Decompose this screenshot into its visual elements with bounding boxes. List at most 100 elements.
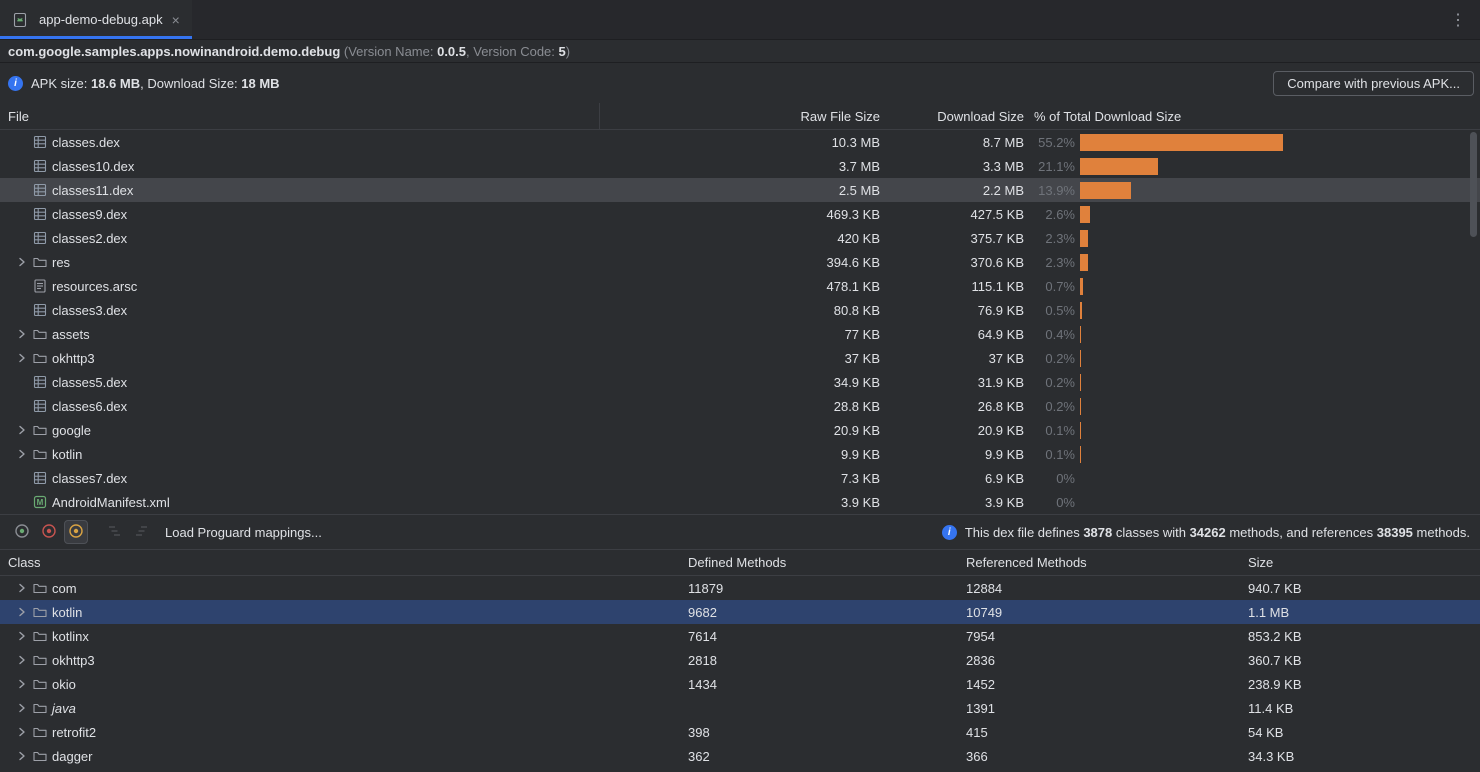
file-table-row[interactable]: classes9.dex469.3 KB427.5 KB2.6% [0, 202, 1480, 226]
download-size-cell: 115.1 KB [880, 279, 1024, 294]
load-proguard-mappings-button[interactable]: Load Proguard mappings... [165, 525, 322, 540]
raw-file-size-cell: 10.3 MB [600, 135, 880, 150]
chevron-right-icon[interactable] [12, 676, 32, 692]
size-cell: 238.9 KB [1240, 677, 1480, 692]
raw-file-size-cell: 28.8 KB [600, 399, 880, 414]
file-table-row[interactable]: classes7.dex7.3 KB6.9 KB0% [0, 466, 1480, 490]
size-cell: 853.2 KB [1240, 629, 1480, 644]
file-table-row[interactable]: classes10.dex3.7 MB3.3 MB21.1% [0, 154, 1480, 178]
file-name-cell: res [0, 254, 600, 270]
column-header-size[interactable]: Size [1240, 555, 1480, 570]
file-table-row[interactable]: classes6.dex28.8 KB26.8 KB0.2% [0, 394, 1480, 418]
class-table-row[interactable]: kotlinx76147954853.2 KB [0, 624, 1480, 648]
column-header-percent[interactable]: % of Total Download Size [1024, 109, 1458, 124]
chevron-right-icon[interactable] [12, 254, 32, 270]
class-table-row[interactable]: okhttp328182836360.7 KB [0, 648, 1480, 672]
package-icon [32, 628, 48, 644]
referenced-methods-cell: 2836 [958, 653, 1240, 668]
chevron-right-icon[interactable] [12, 326, 32, 342]
tab-close-icon[interactable]: × [172, 13, 180, 27]
class-table-row[interactable]: retrofit239841554 KB [0, 720, 1480, 744]
file-table-row[interactable]: res394.6 KB370.6 KB2.3% [0, 250, 1480, 274]
column-header-file[interactable]: File [0, 103, 600, 129]
class-table-row[interactable]: kotlin9682107491.1 MB [0, 600, 1480, 624]
file-table-row[interactable]: google20.9 KB20.9 KB0.1% [0, 418, 1480, 442]
chevron-right-icon[interactable] [12, 446, 32, 462]
collapse-all-button[interactable] [130, 520, 154, 544]
chevron-right-icon[interactable] [12, 422, 32, 438]
download-size-cell: 31.9 KB [880, 375, 1024, 390]
file-name-cell: assets [0, 326, 600, 342]
chevron-right-icon[interactable] [12, 580, 32, 596]
chevron-right-icon[interactable] [12, 724, 32, 740]
column-header-raw-size[interactable]: Raw File Size [600, 109, 880, 124]
column-header-referenced-methods[interactable]: Referenced Methods [958, 555, 1240, 570]
info-icon: i [8, 76, 23, 91]
class-name-cell: dagger [0, 748, 680, 764]
chevron-right-icon[interactable] [12, 350, 32, 366]
dex-info-mid1: classes with [1112, 525, 1189, 540]
percent-bar-fill [1080, 158, 1158, 175]
file-table-row[interactable]: assets77 KB64.9 KB0.4% [0, 322, 1480, 346]
file-table-row[interactable]: resources.arsc478.1 KB115.1 KB0.7% [0, 274, 1480, 298]
tab-title: app-demo-debug.apk [39, 12, 163, 27]
class-table-row[interactable]: dagger36236634.3 KB [0, 744, 1480, 768]
dex-viewer-toolbar: Load Proguard mappings... i This dex fil… [0, 514, 1480, 550]
percent-cell: 0.2% [1024, 399, 1080, 414]
file-table-row[interactable]: MAndroidManifest.xml3.9 KB3.9 KB0% [0, 490, 1480, 514]
tab-apk-file[interactable]: app-demo-debug.apk × [0, 0, 192, 39]
toggle-removed-nodes-button[interactable] [37, 520, 61, 544]
chevron-right-icon[interactable] [12, 748, 32, 764]
percent-cell: 13.9% [1024, 183, 1080, 198]
percent-cell: 55.2% [1024, 135, 1080, 150]
vertical-scrollbar[interactable] [1470, 132, 1477, 237]
column-header-class[interactable]: Class [0, 555, 680, 570]
percent-bar [1080, 418, 1448, 442]
file-name-label: classes11.dex [52, 183, 133, 198]
defined-methods-cell: 398 [680, 725, 958, 740]
dex-icon [32, 182, 48, 198]
percent-bar-fill [1080, 374, 1081, 391]
class-table-body: com1187912884940.7 KBkotlin9682107491.1 … [0, 576, 1480, 772]
raw-file-size-cell: 9.9 KB [600, 447, 880, 462]
chevron-right-icon[interactable] [12, 604, 32, 620]
dex-classes-count: 3878 [1083, 525, 1112, 540]
chevron-right-icon[interactable] [12, 700, 32, 716]
file-table-row[interactable]: okhttp337 KB37 KB0.2% [0, 346, 1480, 370]
class-name-cell: okhttp3 [0, 652, 680, 668]
file-name-cell: classes5.dex [0, 374, 600, 390]
manifest-icon: M [32, 494, 48, 510]
percent-bar [1080, 370, 1448, 394]
file-table-row[interactable]: classes11.dex2.5 MB2.2 MB13.9% [0, 178, 1480, 202]
raw-file-size-cell: 3.7 MB [600, 159, 880, 174]
percent-bar [1080, 178, 1448, 202]
package-icon [32, 748, 48, 764]
download-size-cell: 9.9 KB [880, 447, 1024, 462]
file-name-cell: MAndroidManifest.xml [0, 494, 600, 510]
column-header-download-size[interactable]: Download Size [880, 109, 1024, 124]
compare-previous-apk-button[interactable]: Compare with previous APK... [1273, 71, 1474, 96]
file-table-row[interactable]: classes2.dex420 KB375.7 KB2.3% [0, 226, 1480, 250]
percent-cell: 0% [1024, 471, 1080, 486]
chevron-right-icon[interactable] [12, 652, 32, 668]
expand-all-button[interactable] [103, 520, 127, 544]
toggle-defined-nodes-button[interactable] [10, 520, 34, 544]
file-table-row[interactable]: kotlin9.9 KB9.9 KB0.1% [0, 442, 1480, 466]
folder-icon [32, 422, 48, 438]
toggle-referenced-nodes-button[interactable] [64, 520, 88, 544]
class-table-row[interactable]: java139111.4 KB [0, 696, 1480, 720]
column-header-defined-methods[interactable]: Defined Methods [680, 555, 958, 570]
class-name-label: kotlinx [52, 629, 89, 644]
file-table-row[interactable]: classes3.dex80.8 KB76.9 KB0.5% [0, 298, 1480, 322]
chevron-right-icon[interactable] [12, 628, 32, 644]
file-name-label: res [52, 255, 70, 270]
file-table-row[interactable]: classes.dex10.3 MB8.7 MB55.2% [0, 130, 1480, 154]
referenced-methods-cell: 1391 [958, 701, 1240, 716]
package-icon [32, 676, 48, 692]
more-options-icon[interactable]: ⋮ [1450, 0, 1466, 40]
class-table-row[interactable]: com1187912884940.7 KB [0, 576, 1480, 600]
class-table-row[interactable]: okio14341452238.9 KB [0, 672, 1480, 696]
file-table-row[interactable]: classes5.dex34.9 KB31.9 KB0.2% [0, 370, 1480, 394]
download-size-cell: 37 KB [880, 351, 1024, 366]
referenced-methods-cell: 366 [958, 749, 1240, 764]
